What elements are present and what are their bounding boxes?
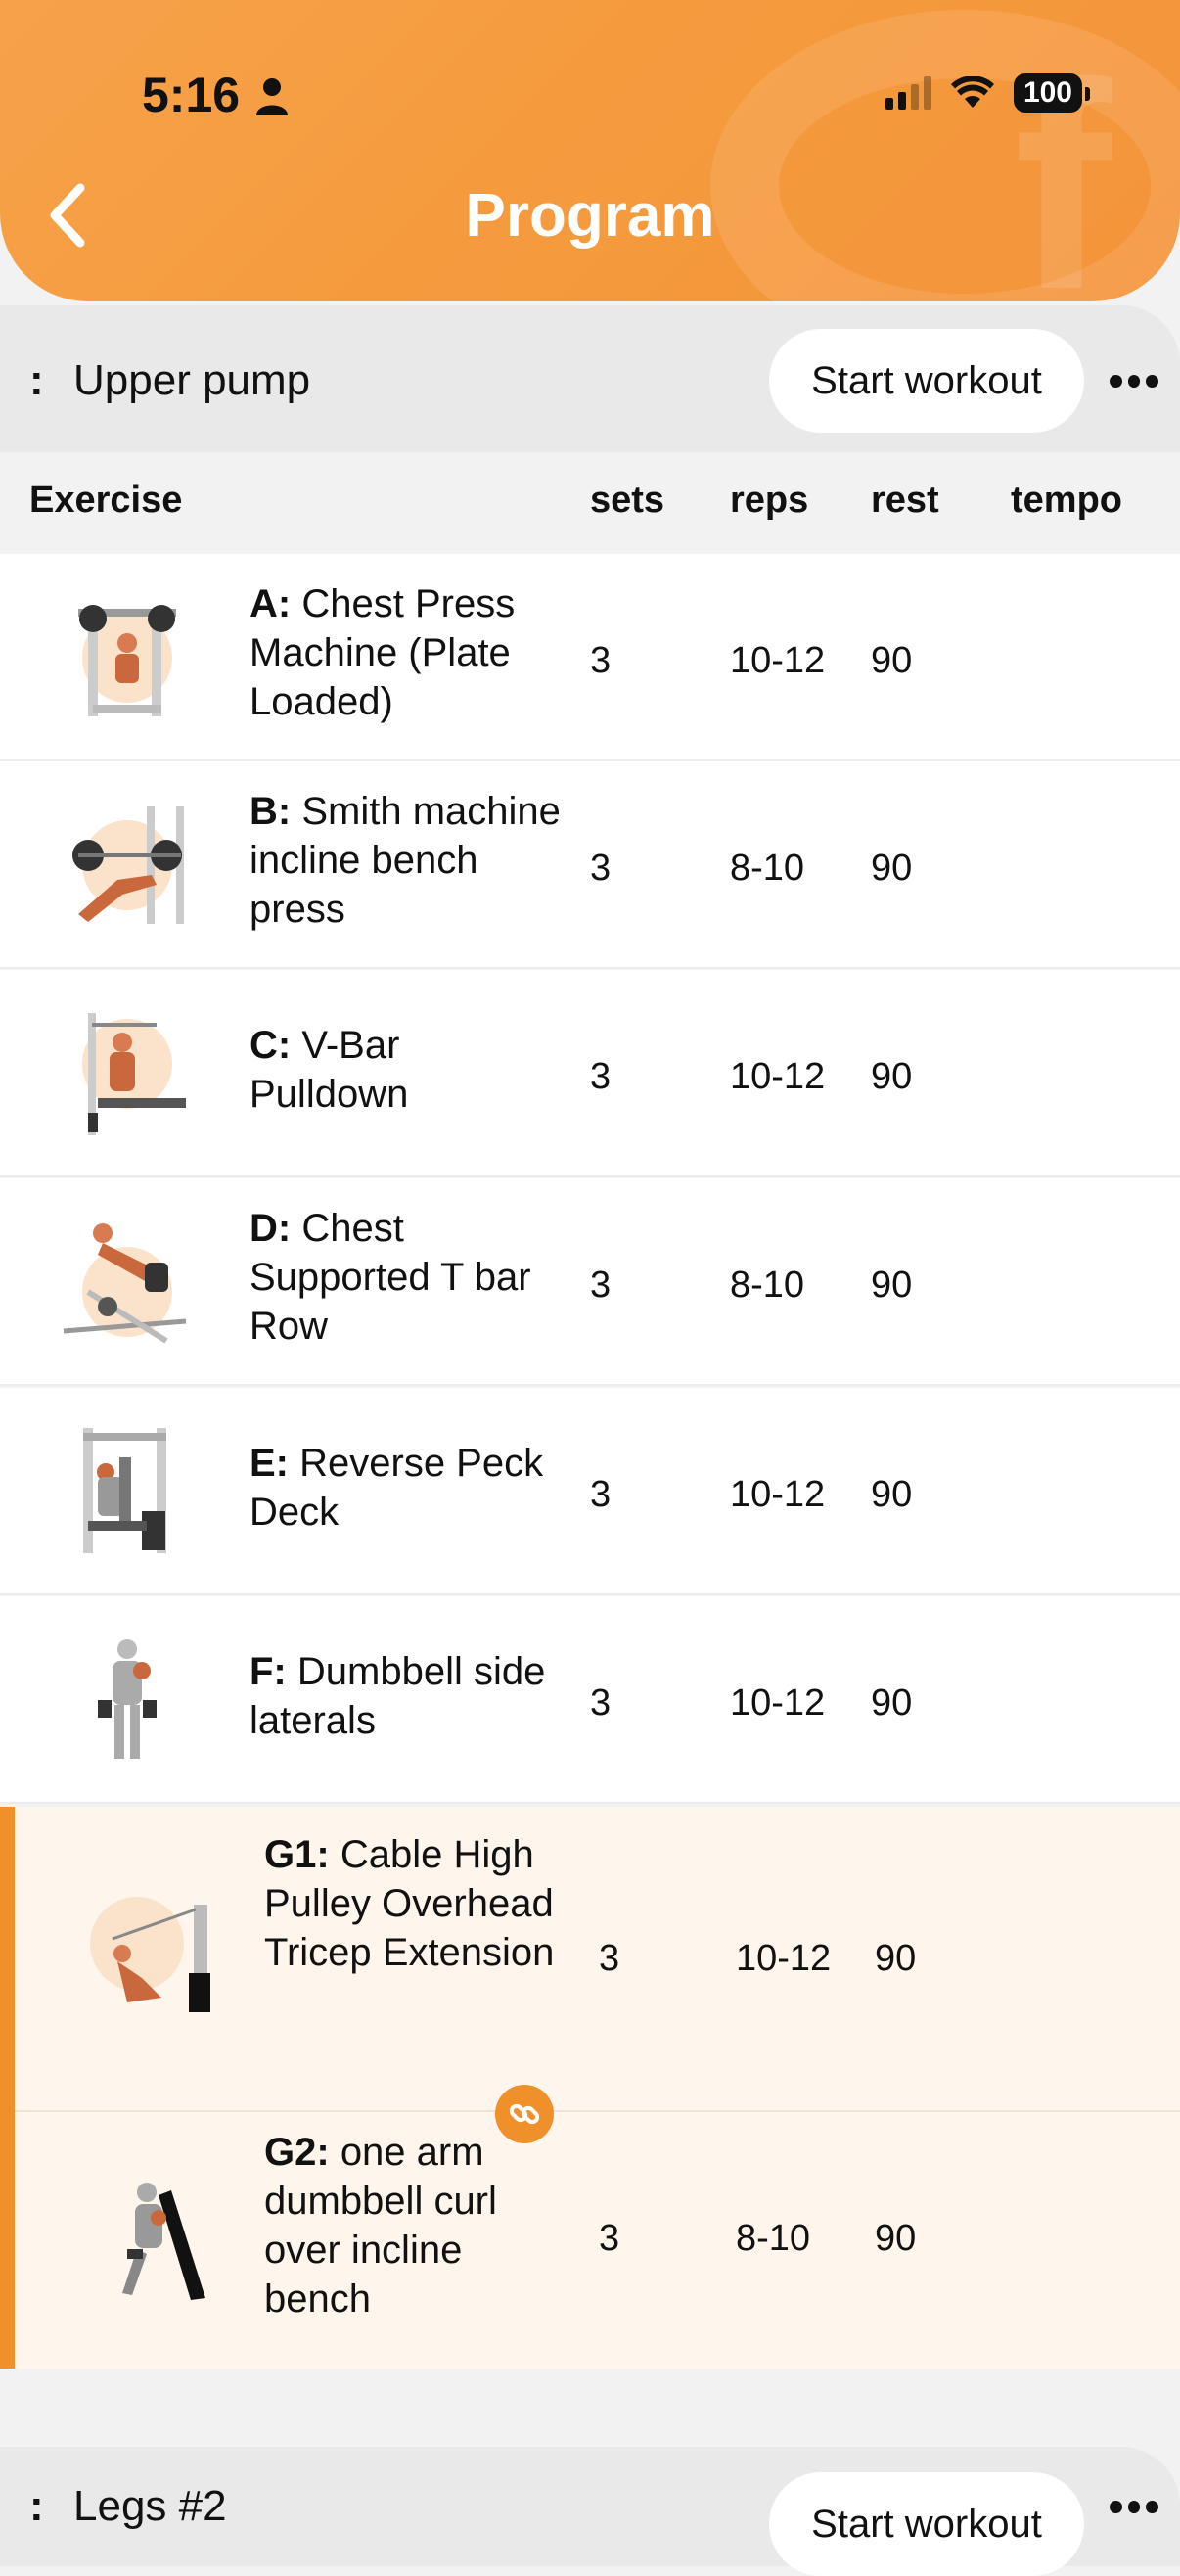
table-row[interactable]: B: Smith machine incline bench press 3 8-1…: [0, 761, 1180, 969]
sets-value: 3: [590, 848, 612, 889]
exercise-name: G1: Cable High Pulley Overhead Tricep Ex…: [264, 1833, 555, 1974]
column-reps: reps: [730, 480, 809, 521]
exercise-thumbnail: [90, 1897, 210, 2012]
rest-value: 90: [871, 1474, 913, 1515]
sets-value: 3: [599, 2218, 620, 2259]
table-row[interactable]: E: Reverse Peck Deck 3 10-12 90: [0, 1388, 1180, 1595]
table-row[interactable]: D: Chest Supported T bar Row 3 8-10 90: [0, 1178, 1180, 1386]
exercise-name: A: Chest Press Machine (Plate Loaded): [250, 582, 516, 723]
column-exercise: Exercise: [29, 480, 183, 521]
workout-title: Upper pump: [73, 356, 311, 404]
exercise-thumbnail: [98, 1639, 157, 1759]
sets-value: 3: [590, 1682, 612, 1724]
exercise-thumbnail: [78, 605, 176, 716]
table-row[interactable]: C: V-Bar Pulldown 3 10-12 90: [0, 970, 1180, 1177]
battery-indicator: 100: [1013, 73, 1091, 113]
sets-value: 3: [590, 1056, 612, 1097]
exercise-thumbnail: [83, 1428, 166, 1553]
person-icon: [256, 78, 288, 115]
reps-value: 10-12: [736, 1938, 832, 1979]
page-title: Program: [465, 182, 715, 250]
exercise-name: F: Dumbbell side laterals: [250, 1650, 546, 1742]
sets-value: 3: [590, 1265, 612, 1306]
reps-value: 10-12: [730, 1682, 826, 1724]
rest-value: 90: [875, 2218, 917, 2259]
wifi-icon: [950, 76, 994, 108]
column-tempo: tempo: [1011, 480, 1122, 521]
exercise-name: B: Smith machine incline bench press: [250, 790, 561, 931]
reps-value: 8-10: [730, 1265, 805, 1306]
rest-value: 90: [871, 1682, 913, 1724]
status-indicators: 100: [885, 70, 1091, 115]
workout-section-header: : Legs #2 Start workout: [0, 2447, 1180, 2576]
exercise-thumbnail: [63, 1223, 187, 1344]
exercise-thumbnail: [72, 806, 184, 924]
exercise-name: C: V-Bar Pulldown: [250, 1024, 409, 1116]
start-workout-button[interactable]: Start workout: [769, 2472, 1084, 2576]
reps-value: 10-12: [730, 640, 826, 681]
exercise-name: G2: one arm dumbbell curl over incline b…: [264, 2131, 497, 2321]
rest-value: 90: [875, 1938, 917, 1979]
exercise-thumbnail: [82, 1013, 186, 1135]
start-workout-button[interactable]: Start workout: [769, 329, 1084, 433]
reps-value: 8-10: [730, 848, 805, 889]
header-banner: f 5:16 100 Program: [0, 0, 1180, 301]
exercise-name: D: Chest Supported T bar Row: [250, 1207, 531, 1348]
reps-value: 10-12: [730, 1474, 826, 1515]
rest-value: 90: [871, 640, 913, 681]
more-options-icon[interactable]: [1110, 2497, 1159, 2516]
column-sets: sets: [590, 480, 665, 521]
workout-title: Legs #2: [73, 2482, 227, 2530]
reps-value: 10-12: [730, 1056, 826, 1097]
drag-handle-icon[interactable]: :: [29, 2482, 44, 2531]
rest-value: 90: [871, 848, 913, 889]
sets-value: 3: [599, 1938, 620, 1979]
sets-value: 3: [590, 640, 612, 681]
table-row[interactable]: F: Dumbbell side laterals 3 10-12 90: [0, 1596, 1180, 1804]
table-header: Exercise sets reps rest tempo: [0, 452, 1180, 550]
status-time: 5:16: [142, 68, 241, 122]
sets-value: 3: [590, 1474, 612, 1515]
table-row[interactable]: G1: Cable High Pulley Overhead Tricep Ex…: [0, 1807, 1180, 2110]
rest-value: 90: [871, 1056, 913, 1097]
exercise-name: E: Reverse Peck Deck: [250, 1442, 544, 1534]
exercise-thumbnail: [122, 2183, 205, 2300]
link-icon[interactable]: [495, 2085, 554, 2143]
cellular-signal-icon: [885, 76, 931, 110]
workout-section-header: : Upper pump Start workout: [0, 305, 1180, 456]
superset-group: G1: Cable High Pulley Overhead Tricep Ex…: [0, 1807, 1180, 2369]
rest-value: 90: [871, 1265, 913, 1306]
table-row[interactable]: G2: one arm dumbbell curl over incline b…: [0, 2112, 1180, 2369]
column-rest: rest: [871, 480, 939, 521]
reps-value: 8-10: [736, 2218, 811, 2259]
drag-handle-icon[interactable]: :: [29, 356, 44, 405]
table-row[interactable]: A: Chest Press Machine (Plate Loaded) 3 10…: [0, 554, 1180, 761]
more-options-icon[interactable]: [1110, 371, 1159, 391]
